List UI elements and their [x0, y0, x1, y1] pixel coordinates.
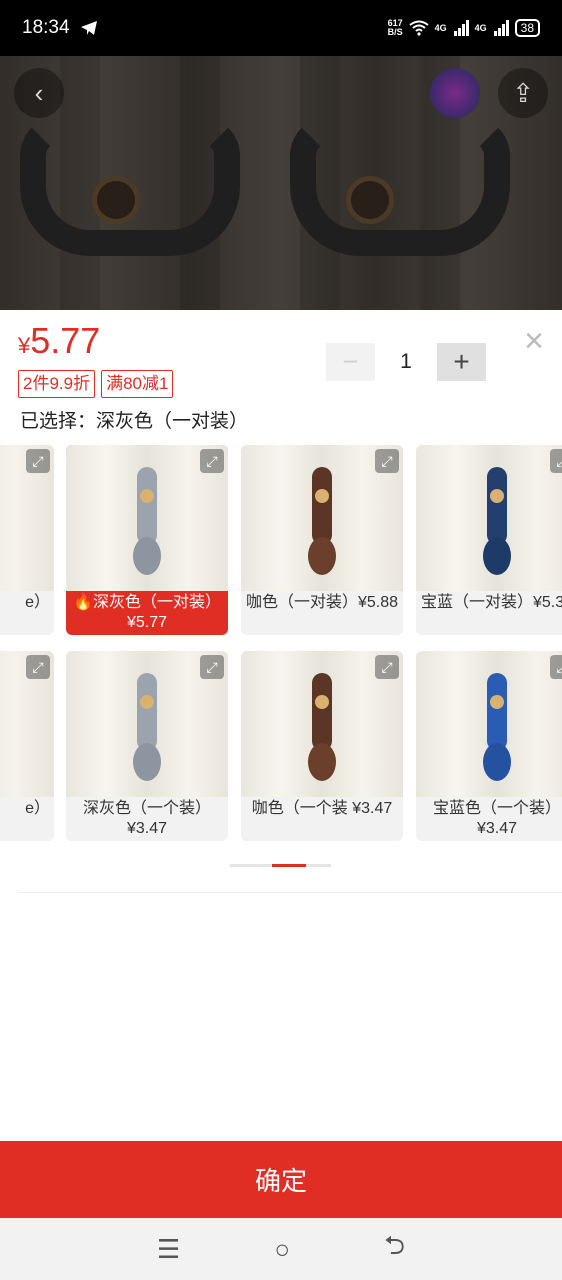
option-label: 深灰色（一个装）¥3.47 [82, 800, 211, 837]
scroll-indicator [230, 864, 331, 867]
brand-badge[interactable] [430, 68, 480, 118]
telegram-icon [80, 21, 97, 35]
option-label: 咖色（一对装）¥5.88 [245, 594, 399, 611]
close-icon[interactable]: × [524, 324, 544, 358]
option-card[interactable]: ⤢ e） [0, 651, 54, 841]
option-grid: ⤢ e） ⤢ 🔥深灰色（一对装）¥5.77 ⤢ 咖色（一对装）¥5.88 ⤢ 宝… [0, 445, 562, 845]
signal-icon [453, 20, 469, 36]
battery-indicator: 38 [514, 19, 540, 37]
back-nav-icon[interactable]: ⮌ [384, 1227, 405, 1271]
divider [18, 892, 562, 893]
expand-icon[interactable]: ⤢ [26, 449, 50, 473]
option-label: 🔥深灰色（一对装）¥5.77 [73, 594, 221, 631]
status-bar: 18:34 617 B/S 4G 4G 38 [0, 0, 562, 56]
price: ¥5.77 [18, 320, 101, 361]
promo-tags: 2件9.9折 满80减1 [18, 370, 174, 398]
quantity-increase-button[interactable]: + [437, 343, 486, 381]
signal-icon [493, 20, 509, 36]
expand-icon[interactable]: ⤢ [200, 449, 224, 473]
confirm-button[interactable]: 确定 [0, 1141, 562, 1218]
menu-icon[interactable]: ☰ [157, 1234, 180, 1265]
expand-icon[interactable]: ⤢ [26, 655, 50, 679]
expand-icon[interactable]: ⤢ [550, 655, 562, 679]
fire-icon: 🔥 [73, 594, 93, 611]
option-card[interactable]: ⤢ 宝蓝（一对装）¥5.39 [416, 445, 562, 635]
back-icon: ‹ [34, 77, 44, 108]
status-time: 18:34 [22, 17, 70, 38]
network-type-1: 4G [434, 23, 447, 33]
back-button[interactable]: ‹ [14, 68, 64, 118]
option-label: e） [25, 800, 50, 817]
option-card[interactable]: ⤢ 咖色（一对装）¥5.88 [241, 445, 403, 635]
option-label: 宝蓝色（一个装）¥3.47 [432, 800, 561, 837]
expand-icon[interactable]: ⤢ [375, 655, 399, 679]
expand-icon[interactable]: ⤢ [375, 449, 399, 473]
option-label: 咖色（一个装 ¥3.47 [251, 800, 393, 817]
option-card-selected[interactable]: ⤢ 🔥深灰色（一对装）¥5.77 [66, 445, 228, 635]
option-card[interactable]: ⤢ 咖色（一个装 ¥3.47 [241, 651, 403, 841]
option-card[interactable]: ⤢ e） [0, 445, 54, 635]
product-hero-image: ‹ ⇪ [0, 56, 562, 310]
wifi-icon [408, 20, 429, 36]
system-navbar: ☰ ○ ⮌ [0, 1218, 562, 1280]
quantity-value: 1 [400, 350, 412, 373]
home-icon[interactable]: ○ [274, 1234, 290, 1265]
quantity-stepper: − 1 + [326, 343, 486, 381]
selected-option-text: 已选择：深灰色（一对装） [20, 411, 249, 432]
share-button[interactable]: ⇪ [498, 68, 548, 118]
option-card[interactable]: ⤢ 宝蓝色（一个装）¥3.47 [416, 651, 562, 841]
option-image [416, 445, 562, 591]
promo-tag: 2件9.9折 [18, 370, 96, 398]
network-type-2: 4G [474, 23, 487, 33]
option-card[interactable]: ⤢ 深灰色（一个装）¥3.47 [66, 651, 228, 841]
share-icon: ⇪ [512, 77, 534, 108]
option-label: e） [25, 594, 50, 611]
option-label: 宝蓝（一对装）¥5.39 [420, 594, 562, 611]
promo-tag: 满80减1 [101, 370, 174, 398]
network-speed: 617 B/S [387, 18, 403, 37]
option-image [416, 651, 562, 797]
expand-icon[interactable]: ⤢ [550, 449, 562, 473]
expand-icon[interactable]: ⤢ [200, 655, 224, 679]
sku-selector-sheet: ¥5.77 × − 1 + 2件9.9折 满80减1 已选择：深灰色（一对装） … [0, 310, 562, 1141]
scroll-indicator-active [272, 864, 306, 867]
quantity-decrease-button[interactable]: − [326, 343, 375, 381]
